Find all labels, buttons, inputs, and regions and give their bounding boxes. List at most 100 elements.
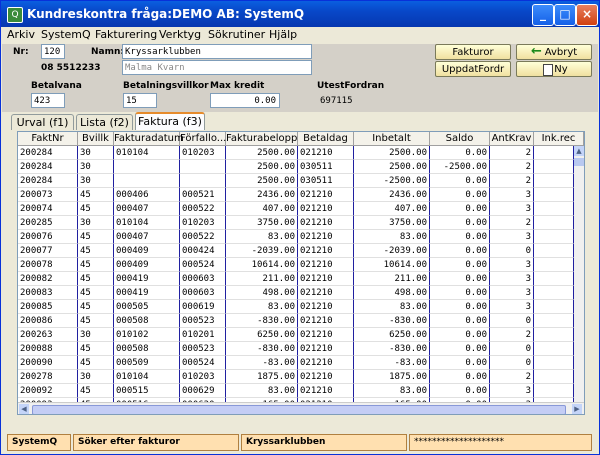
minimize-button[interactable]: _ xyxy=(532,4,554,26)
table-cell: 0.00 xyxy=(430,272,490,286)
avbryt-button[interactable]: ← Avbryt xyxy=(516,44,592,60)
betalvana-field[interactable]: 423 xyxy=(31,93,65,108)
table-cell: 83.00 xyxy=(226,230,298,244)
table-row[interactable]: 200090 45 000509 000524 -83.00 021210 -83.00 0.… xyxy=(18,356,574,370)
table-cell: 83.00 xyxy=(354,300,430,314)
table-cell: 0 xyxy=(490,356,534,370)
table-cell: 021210 xyxy=(298,146,354,160)
fakturor-button[interactable]: Fakturor xyxy=(435,44,511,60)
col-inbetalt[interactable]: Inbetalt xyxy=(354,132,430,146)
menu-hjalp[interactable]: Hjälp xyxy=(269,28,297,41)
main-window: Q Kundreskontra fråga:DEMO AB: SystemQ _… xyxy=(0,0,600,455)
customer-name-input[interactable]: Kryssarklubben xyxy=(122,44,312,59)
table-row[interactable]: 200284 30 010104 010203 2500.00 021210 2500.00… xyxy=(18,146,574,160)
table-cell xyxy=(180,174,226,188)
table-cell: 0.00 xyxy=(430,230,490,244)
table-cell: 200078 xyxy=(18,258,78,272)
col-betaldag[interactable]: Betaldag xyxy=(298,132,354,146)
col-fakturadatum[interactable]: Fakturadatum xyxy=(114,132,184,146)
ny-button[interactable]: Ny xyxy=(516,61,592,77)
horizontal-scrollbar[interactable]: ◀ ▶ xyxy=(18,402,584,414)
max-kredit-field[interactable]: 0.00 xyxy=(210,93,280,108)
tab-faktura[interactable]: Faktura (f3) xyxy=(135,112,205,130)
title-bar[interactable]: Q Kundreskontra fråga:DEMO AB: SystemQ _… xyxy=(1,1,599,27)
invoice-table: FaktNr Bvillk Fakturadatum Förfallo... F… xyxy=(17,131,585,415)
scroll-up-icon[interactable]: ▲ xyxy=(574,146,584,156)
col-saldo[interactable]: Saldo xyxy=(430,132,490,146)
table-row[interactable]: 200092 45 000515 000629 83.00 021210 83.00 0.00… xyxy=(18,384,574,398)
table-cell xyxy=(534,286,574,300)
uppdatfordr-button[interactable]: UppdatFordr xyxy=(435,61,511,77)
col-inkrec[interactable]: Ink.rec xyxy=(534,132,584,146)
table-row[interactable]: 200083 45 000419 000603 498.00 021210 498.00 0.… xyxy=(18,286,574,300)
table-cell xyxy=(114,160,180,174)
col-forfallo[interactable]: Förfallo... xyxy=(180,132,226,146)
new-document-icon xyxy=(543,64,553,76)
menu-arkiv[interactable]: Arkiv xyxy=(7,28,35,41)
tab-urval[interactable]: Urval (f1) xyxy=(11,114,74,130)
table-row[interactable]: 200088 45 000508 000523 -830.00 021210 -830.00… xyxy=(18,342,574,356)
table-cell: 1875.00 xyxy=(226,370,298,384)
table-row[interactable]: 200086 45 000508 000523 -830.00 021210 -830.00… xyxy=(18,314,574,328)
table-cell: 1875.00 xyxy=(354,370,430,384)
table-cell: 0.00 xyxy=(430,174,490,188)
table-cell: 000419 xyxy=(114,272,180,286)
table-cell: 407.00 xyxy=(226,202,298,216)
table-cell: 200090 xyxy=(18,356,78,370)
table-row[interactable]: 200085 45 000505 000619 83.00 021210 83.00 0.00… xyxy=(18,300,574,314)
menu-fakturering[interactable]: Fakturering xyxy=(95,28,157,41)
table-row[interactable]: 200077 45 000409 000424 -2039.00 021210 -2039.… xyxy=(18,244,574,258)
table-row[interactable]: 200284 30 2500.00 030511 2500.00 -2500.00 2 xyxy=(18,160,574,174)
table-cell: 45 xyxy=(78,202,114,216)
table-cell: 0.00 xyxy=(430,384,490,398)
table-cell: 45 xyxy=(78,356,114,370)
col-faktnr[interactable]: FaktNr xyxy=(18,132,78,146)
table-cell xyxy=(534,356,574,370)
menu-sokrutiner[interactable]: Sökrutiner xyxy=(208,28,265,41)
table-cell: 010104 xyxy=(114,216,180,230)
table-row[interactable]: 200073 45 000406 000521 2436.00 021210 2436.00… xyxy=(18,188,574,202)
table-cell: 0.00 xyxy=(430,356,490,370)
table-row[interactable]: 200278 30 010104 010203 1875.00 021210 1875.00… xyxy=(18,370,574,384)
col-fakturabelopp[interactable]: Fakturabelopp xyxy=(226,132,298,146)
horizontal-scroll-thumb[interactable] xyxy=(32,405,566,414)
table-cell: 2500.00 xyxy=(226,174,298,188)
table-cell: 200088 xyxy=(18,342,78,356)
vertical-scroll-thumb[interactable] xyxy=(574,158,584,166)
villkor-field[interactable]: 15 xyxy=(123,93,157,108)
close-button[interactable]: × xyxy=(576,4,598,26)
table-cell: 45 xyxy=(78,384,114,398)
table-row[interactable]: 200078 45 000409 000524 10614.00 021210 10614.… xyxy=(18,258,574,272)
table-cell: 000619 xyxy=(180,300,226,314)
table-cell: 021210 xyxy=(298,342,354,356)
table-row[interactable]: 200284 30 2500.00 030511 -2500.00 0.00 2 xyxy=(18,174,574,188)
table-cell: 3 xyxy=(490,286,534,300)
col-bvillk[interactable]: Bvillk xyxy=(78,132,114,146)
scroll-right-icon[interactable]: ▶ xyxy=(572,404,582,414)
table-row[interactable]: 200263 30 010102 010201 6250.00 021210 6250.00… xyxy=(18,328,574,342)
table-cell: 010203 xyxy=(180,146,226,160)
table-cell xyxy=(534,314,574,328)
scroll-left-icon[interactable]: ◀ xyxy=(19,404,29,414)
table-cell: 30 xyxy=(78,216,114,230)
table-row[interactable]: 200074 45 000407 000522 407.00 021210 407.00 0.… xyxy=(18,202,574,216)
table-cell: 10614.00 xyxy=(354,258,430,272)
table-cell: 200082 xyxy=(18,272,78,286)
table-cell: 000508 xyxy=(114,314,180,328)
table-row[interactable]: 200076 45 000407 000522 83.00 021210 83.00 0.00… xyxy=(18,230,574,244)
table-cell: 000505 xyxy=(114,300,180,314)
menu-systemq[interactable]: SystemQ xyxy=(41,28,91,41)
menu-verktyg[interactable]: Verktyg xyxy=(159,28,201,41)
ny-label: Ny xyxy=(554,64,568,75)
table-row[interactable]: 200285 30 010104 010203 3750.00 021210 3750.00… xyxy=(18,216,574,230)
tab-lista[interactable]: Lista (f2) xyxy=(76,114,133,130)
table-row[interactable]: 200082 45 000419 000603 211.00 021210 211.00 0.… xyxy=(18,272,574,286)
vertical-scrollbar[interactable]: ▲ xyxy=(574,146,584,402)
table-cell: 0.00 xyxy=(430,300,490,314)
table-cell: 000508 xyxy=(114,342,180,356)
table-cell: 021210 xyxy=(298,216,354,230)
table-cell: 010203 xyxy=(180,216,226,230)
customer-nr-input[interactable]: 120 xyxy=(41,44,65,59)
maximize-button[interactable]: □ xyxy=(554,4,576,26)
col-antkrav[interactable]: AntKrav xyxy=(490,132,534,146)
